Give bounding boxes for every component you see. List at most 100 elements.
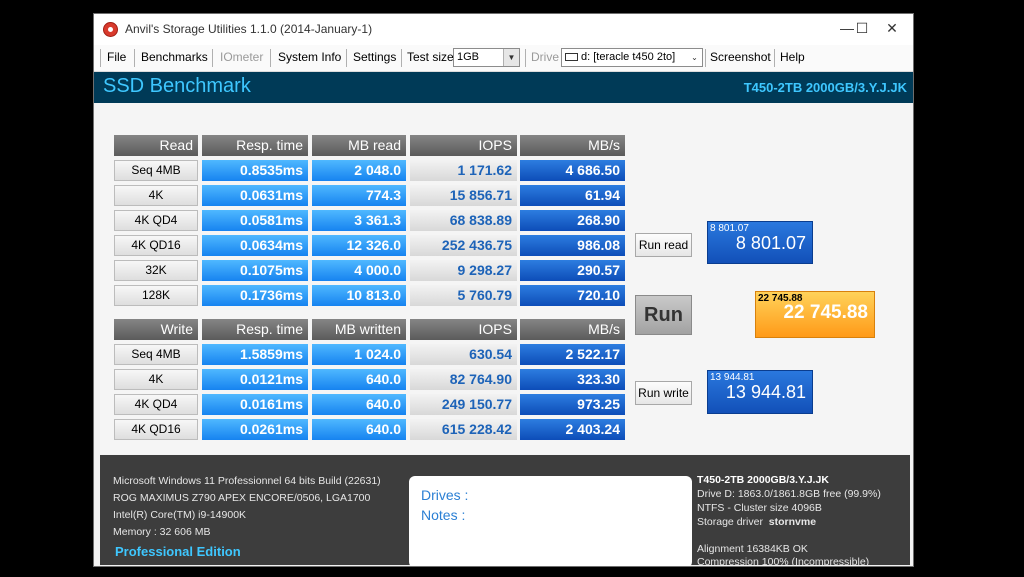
iops-value: 615 228.42 xyxy=(410,419,517,440)
maximize-icon[interactable]: ☐ xyxy=(847,14,877,45)
row-label[interactable]: 4K QD16 xyxy=(114,419,198,440)
menu-separator xyxy=(270,49,271,67)
window-title: Anvil's Storage Utilities 1.1.0 (2014-Ja… xyxy=(125,22,373,36)
chevron-down-icon[interactable]: ▼ xyxy=(503,49,519,66)
mbs-value: 268.90 xyxy=(520,210,625,231)
menu-system-info[interactable]: System Info xyxy=(278,50,341,64)
resp-time-value: 0.0581ms xyxy=(202,210,308,231)
read-mbs-header: MB/s xyxy=(520,135,625,156)
menu-benchmarks[interactable]: Benchmarks xyxy=(141,50,208,64)
iops-value: 252 436.75 xyxy=(410,235,517,256)
row-label[interactable]: 4K QD16 xyxy=(114,235,198,256)
mbs-value: 61.94 xyxy=(520,185,625,206)
mb-value: 10 813.0 xyxy=(312,285,406,306)
run-write-button[interactable]: Run write xyxy=(635,381,692,405)
os-info: Microsoft Windows 11 Professionnel 64 bi… xyxy=(113,475,381,487)
write-score: 13 944.81 13 944.81 xyxy=(707,370,813,414)
iops-value: 15 856.71 xyxy=(410,185,517,206)
mbs-value: 720.10 xyxy=(520,285,625,306)
mbs-value: 323.30 xyxy=(520,369,625,390)
menu-separator xyxy=(100,49,101,67)
resp-time-value: 1.5859ms xyxy=(202,344,308,365)
close-icon[interactable]: ✕ xyxy=(877,14,907,45)
memory-info: Memory : 32 606 MB xyxy=(113,526,211,538)
notes-box[interactable]: Drives : Notes : xyxy=(409,476,692,566)
drive-select[interactable]: d: [teracle t450 2to] ⌄ xyxy=(561,48,703,67)
write-mb-header: MB written xyxy=(312,319,406,340)
iops-value: 82 764.90 xyxy=(410,369,517,390)
mbs-value: 986.08 xyxy=(520,235,625,256)
mb-value: 1 024.0 xyxy=(312,344,406,365)
app-window: Anvil's Storage Utilities 1.1.0 (2014-Ja… xyxy=(93,13,914,567)
resp-time-value: 0.8535ms xyxy=(202,160,308,181)
drives-label: Drives : xyxy=(421,487,469,503)
storage-driver-value: stornvme xyxy=(768,516,817,528)
mb-value: 640.0 xyxy=(312,394,406,415)
resp-time-value: 0.1075ms xyxy=(202,260,308,281)
drive-value: d: [teracle t450 2to] xyxy=(581,51,676,63)
row-label[interactable]: Seq 4MB xyxy=(114,160,198,181)
test-size-select[interactable]: 1GB ▼ xyxy=(453,48,520,67)
iops-value: 5 760.79 xyxy=(410,285,517,306)
chevron-down-icon[interactable]: ⌄ xyxy=(687,49,702,66)
menu-screenshot[interactable]: Screenshot xyxy=(710,50,771,64)
iops-value: 249 150.77 xyxy=(410,394,517,415)
mb-value: 640.0 xyxy=(312,369,406,390)
resp-time-value: 0.0121ms xyxy=(202,369,308,390)
title-bar[interactable]: Anvil's Storage Utilities 1.1.0 (2014-Ja… xyxy=(94,14,913,45)
row-label[interactable]: 32K xyxy=(114,260,198,281)
test-size-value: 1GB xyxy=(457,51,480,63)
menu-separator xyxy=(525,49,526,67)
resp-time-value: 0.0161ms xyxy=(202,394,308,415)
edition-label: Professional Edition xyxy=(115,544,241,559)
row-label[interactable]: 4K QD4 xyxy=(114,210,198,231)
app-icon xyxy=(103,22,118,37)
benchmark-panel: Read Resp. time MB read IOPS MB/s Seq 4M… xyxy=(100,103,910,454)
resp-time-value: 0.0261ms xyxy=(202,419,308,440)
row-label[interactable]: 128K xyxy=(114,285,198,306)
resp-time-value: 0.0631ms xyxy=(202,185,308,206)
menu-bar: File Benchmarks IOmeter System Info Sett… xyxy=(94,45,913,72)
mb-value: 12 326.0 xyxy=(312,235,406,256)
resp-time-value: 0.0634ms xyxy=(202,235,308,256)
write-score-value: 13 944.81 xyxy=(725,382,806,402)
read-resp-time-header: Resp. time xyxy=(202,135,308,156)
menu-iometer[interactable]: IOmeter xyxy=(220,50,263,64)
row-label[interactable]: Seq 4MB xyxy=(114,344,198,365)
menu-separator xyxy=(401,49,402,67)
mb-value: 774.3 xyxy=(312,185,406,206)
menu-file[interactable]: File xyxy=(107,50,126,64)
mb-value: 640.0 xyxy=(312,419,406,440)
row-label[interactable]: 4K xyxy=(114,185,198,206)
page-title: SSD Benchmark xyxy=(103,75,251,97)
row-label[interactable]: 4K QD4 xyxy=(114,394,198,415)
storage-driver: Storage driver stornvme xyxy=(697,516,816,528)
header-drive-id: T450-2TB 2000GB/3.Y.J.JK xyxy=(743,80,907,95)
resp-time-value: 0.1736ms xyxy=(202,285,308,306)
alignment-info: Alignment 16384KB OK xyxy=(697,543,808,555)
menu-help[interactable]: Help xyxy=(780,50,805,64)
cpu-info: Intel(R) Core(TM) i9-14900K xyxy=(113,509,247,521)
run-read-button[interactable]: Run read xyxy=(635,233,692,257)
total-score-value: 22 745.88 xyxy=(783,302,868,323)
menu-settings[interactable]: Settings xyxy=(353,50,396,64)
iops-value: 630.54 xyxy=(410,344,517,365)
menu-separator xyxy=(212,49,213,67)
menu-separator xyxy=(134,49,135,67)
menu-separator xyxy=(705,49,706,67)
run-button[interactable]: Run xyxy=(635,295,692,335)
total-score: 22 745.88 22 745.88 xyxy=(755,291,875,338)
storage-driver-label: Storage driver xyxy=(697,516,763,528)
write-iops-header: IOPS xyxy=(410,319,517,340)
mbs-value: 2 403.24 xyxy=(520,419,625,440)
benchmark-header: SSD Benchmark T450-2TB 2000GB/3.Y.J.JK xyxy=(94,72,913,103)
mb-value: 2 048.0 xyxy=(312,160,406,181)
row-label[interactable]: 4K xyxy=(114,369,198,390)
write-mbs-header: MB/s xyxy=(520,319,625,340)
write-resp-time-header: Resp. time xyxy=(202,319,308,340)
read-iops-header: IOPS xyxy=(410,135,517,156)
drive-space: Drive D: 1863.0/1861.8GB free (99.9%) xyxy=(697,488,881,500)
read-header: Read xyxy=(114,135,198,156)
mb-value: 3 361.3 xyxy=(312,210,406,231)
drive-label: Drive xyxy=(531,50,560,64)
